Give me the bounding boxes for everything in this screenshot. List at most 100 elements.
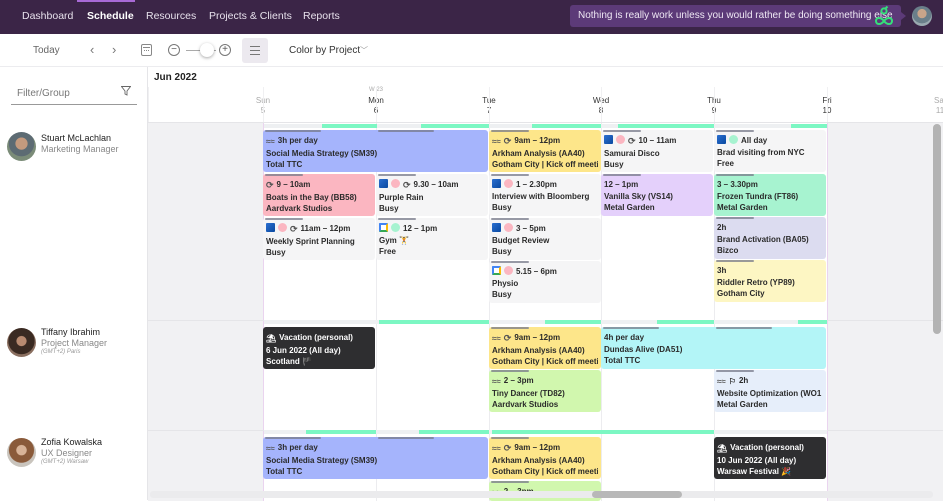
- event-line: Metal Garden: [604, 203, 655, 212]
- zoom-slider-handle[interactable]: [200, 43, 214, 57]
- person-name: Zofia Kowalska: [41, 437, 103, 447]
- event-progress-bar: [491, 370, 529, 372]
- horizontal-scrollbar-track[interactable]: [150, 491, 933, 498]
- event-line: Metal Garden: [717, 203, 768, 212]
- event-card[interactable]: 12 – 1pm Gym 🏋 Free: [376, 218, 488, 260]
- filter-icon[interactable]: [121, 86, 131, 96]
- status-dot-icon: [391, 223, 400, 232]
- event-line: Arkham Analysis (AA40): [492, 148, 585, 158]
- event-progress-bar: [265, 218, 303, 220]
- day-header-thu[interactable]: Thu 9: [601, 87, 721, 122]
- event-card[interactable]: 12 – 1pm Vanilla Sky (VS14) Metal Garden: [601, 174, 713, 216]
- event-line: 2h: [717, 223, 727, 232]
- event-card[interactable]: ⛱ Vacation (personal) 6 Jun 2022 (All day)…: [263, 327, 375, 369]
- event-card[interactable]: ⟳ 10 – 11am Samurai Disco Busy: [601, 130, 713, 172]
- event-card[interactable]: ⟳ 11am – 12pm Weekly Sprint Planning Busy: [263, 218, 375, 260]
- event-line: 6 Jun 2022 (All day): [266, 345, 341, 355]
- vertical-scrollbar[interactable]: [933, 124, 941, 334]
- event-line: Gotham City | Kick off meeti: [492, 357, 598, 366]
- calendar-icon[interactable]: [141, 44, 152, 56]
- sync-icon: ⟳: [503, 443, 512, 453]
- event-card[interactable]: 3 – 5pm Budget Review Busy: [489, 218, 601, 260]
- person-timezone: (GMT+2) Warsaw: [41, 459, 89, 465]
- event-progress-bar: [715, 327, 772, 329]
- event-card[interactable]: ≈≈ 3h per day Social Media Strategy (SM39)…: [263, 130, 488, 172]
- event-line: Riddler Retro (YP89): [717, 277, 795, 287]
- event-card[interactable]: ≈≈ ⟳ 9am – 12pm Arkham Analysis (AA40) Gotha…: [489, 437, 601, 479]
- event-progress-bar: [603, 174, 641, 176]
- day-header-sat[interactable]: Sat11: [827, 87, 943, 122]
- event-card[interactable]: 2h Brand Activation (BA05) Bizco: [714, 217, 826, 259]
- utilization-bar: [618, 124, 714, 128]
- event-line: Boats in the Bay (BB58): [266, 192, 357, 202]
- chevron-down-icon[interactable]: ﹀: [360, 45, 368, 56]
- group-icon: ≈≈: [717, 377, 726, 386]
- event-line: Total TTC: [604, 356, 641, 365]
- event-card[interactable]: All day Brad visiting from NYC Free: [714, 130, 826, 172]
- event-progress-bar: [491, 481, 529, 483]
- event-card[interactable]: ≈≈ ⚐ 2h Website Optimization (WO1 Metal Gard…: [714, 370, 826, 412]
- day-name: Sat: [933, 96, 943, 105]
- event-line: Samurai Disco: [604, 148, 660, 158]
- person-role: Marketing Manager: [41, 144, 119, 154]
- zoom-out-icon[interactable]: −: [168, 44, 180, 56]
- day-header-fri[interactable]: Fri 10: [714, 87, 832, 122]
- day-date: 11: [935, 106, 943, 115]
- google-calendar-icon: [379, 223, 388, 232]
- chevron-right-icon[interactable]: ›: [112, 43, 116, 56]
- event-line: Arkham Analysis (AA40): [492, 345, 585, 355]
- event-line: 4h per day: [604, 333, 645, 342]
- user-avatar[interactable]: [912, 6, 932, 26]
- nav-resources[interactable]: Resources: [146, 10, 196, 22]
- event-card[interactable]: ⟳ 9.30 – 10am Purple Rain Busy: [376, 174, 488, 216]
- event-card[interactable]: ⟳ 9 – 10am Boats in the Bay (BB58) Aardvark…: [263, 174, 375, 216]
- day-header-wed[interactable]: Wed 8: [489, 87, 609, 122]
- event-card[interactable]: 3 – 3.30pm Frozen Tundra (FT86) Metal Gard…: [714, 174, 826, 216]
- event-progress-bar: [603, 327, 659, 329]
- event-line: Total TTC: [266, 160, 303, 169]
- day-header-sun[interactable]: Sun 5: [148, 87, 270, 122]
- event-card[interactable]: ≈≈ 3h per day Social Media Strategy (SM39)…: [263, 437, 488, 479]
- event-card[interactable]: 4h per day Dundas Alive (DA51) Total TTC: [601, 327, 826, 369]
- day-header-mon[interactable]: W 23 Mon 6: [263, 87, 384, 122]
- day-header-tue[interactable]: Tue 7: [376, 87, 496, 122]
- event-card[interactable]: ≈≈ ⟳ 9am – 12pm Arkham Analysis (AA40) Gotha…: [489, 327, 601, 369]
- event-card[interactable]: ⛱ Vacation (personal) 10 Jun 2022 (All day…: [714, 437, 826, 479]
- filter-group-input[interactable]: Filter/Group: [11, 80, 137, 105]
- month-label: Jun 2022: [154, 72, 197, 83]
- event-line: ⛱ Vacation (personal): [266, 333, 353, 343]
- nav-reports[interactable]: Reports: [303, 10, 340, 22]
- event-line: Budget Review: [492, 235, 550, 245]
- event-card[interactable]: 5.15 – 6pm Physio Busy: [489, 261, 601, 303]
- horizontal-scrollbar[interactable]: [592, 491, 682, 498]
- infinity-logo-icon[interactable]: [873, 5, 895, 29]
- status-dot-icon: [391, 179, 400, 188]
- active-tab-indicator: [77, 0, 135, 2]
- list-view-icon[interactable]: [242, 38, 268, 63]
- event-line: Gotham City | Kick off meeti: [492, 160, 598, 169]
- nav-schedule[interactable]: Schedule: [87, 10, 134, 22]
- event-progress-bar: [265, 174, 303, 176]
- event-line: Free: [379, 247, 396, 256]
- event-line: Busy: [492, 203, 512, 212]
- zoom-in-icon[interactable]: +: [219, 44, 231, 56]
- person-role: UX Designer: [41, 448, 93, 458]
- event-line: ≈≈ ⟳ 9am – 12pm: [492, 136, 561, 146]
- event-line: Dundas Alive (DA51): [604, 344, 683, 354]
- event-progress-bar: [378, 218, 416, 220]
- nav-dashboard[interactable]: Dashboard: [22, 10, 73, 22]
- event-card[interactable]: 3h Riddler Retro (YP89) Gotham City: [714, 260, 826, 302]
- event-line: 3 – 3.30pm: [717, 180, 758, 189]
- person-name: Tiffany Ibrahim: [41, 327, 101, 337]
- chevron-left-icon[interactable]: ‹: [90, 43, 94, 56]
- nav-projects-clients[interactable]: Projects & Clients: [209, 10, 292, 22]
- event-line: Busy: [492, 247, 512, 256]
- event-line: All day: [717, 135, 823, 147]
- event-card[interactable]: 1 – 2.30pm Interview with Bloomberg Busy: [489, 174, 601, 216]
- event-card[interactable]: ≈≈ 2 – 3pm Tiny Dancer (TD82) Aardvark Stud…: [489, 370, 601, 412]
- utilization-bar: [421, 124, 489, 128]
- top-navigation: Dashboard Schedule Resources Projects & …: [0, 0, 943, 34]
- event-card[interactable]: ≈≈ ⟳ 9am – 12pm Arkham Analysis (AA40) Gotha…: [489, 130, 601, 172]
- color-by-dropdown[interactable]: Color by Project: [289, 45, 360, 56]
- today-button[interactable]: Today: [33, 45, 60, 56]
